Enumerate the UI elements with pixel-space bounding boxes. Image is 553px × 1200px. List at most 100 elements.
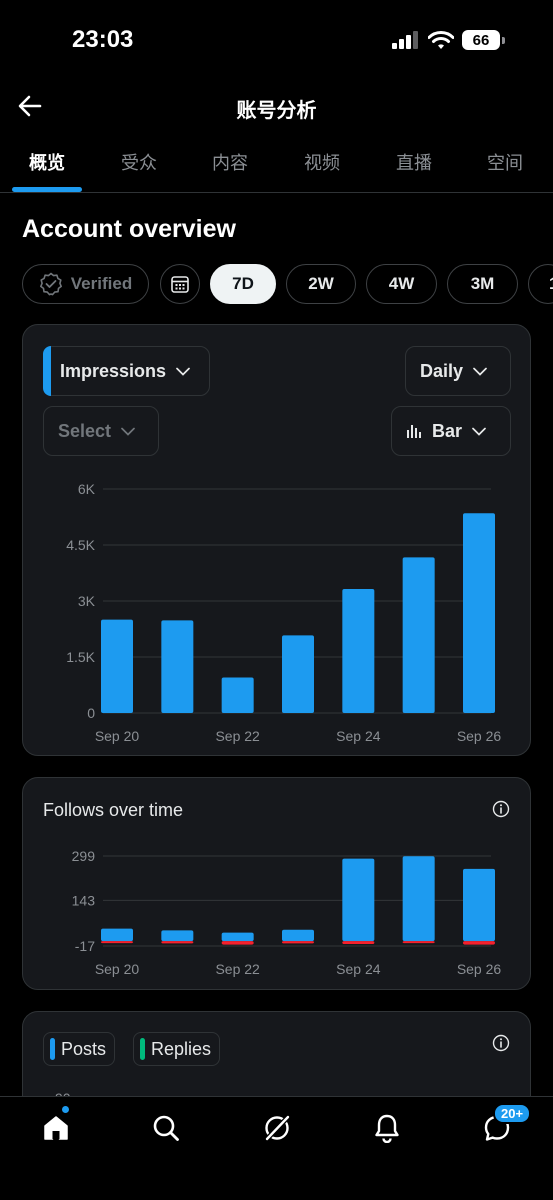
x-tick-label: Sep 26 bbox=[457, 961, 502, 977]
info-icon[interactable] bbox=[492, 800, 510, 818]
chart-type-dropdown[interactable]: Bar bbox=[391, 406, 511, 456]
y-tick-label: 6K bbox=[78, 481, 96, 497]
unfollows-bar[interactable] bbox=[221, 941, 254, 945]
info-icon[interactable] bbox=[492, 1034, 510, 1052]
y-tick-label: 299 bbox=[72, 848, 96, 864]
interval-label: Daily bbox=[420, 360, 464, 381]
calendar-icon bbox=[171, 276, 189, 293]
range-chip-1y[interactable]: 1 bbox=[528, 264, 553, 304]
bar-chart-icon bbox=[407, 425, 421, 438]
page-title: 账号分析 bbox=[236, 100, 317, 122]
follows-bar-chart: -17 143 299 Sep 20 Sep 22 Sep 24 Sep 26 bbox=[72, 848, 502, 977]
x-tick-label: Sep 22 bbox=[215, 961, 260, 977]
x-tick-label: Sep 24 bbox=[336, 961, 381, 977]
tab-audience[interactable]: 受众 bbox=[121, 149, 157, 175]
impressions-bar[interactable] bbox=[161, 620, 194, 713]
nav-messages[interactable]: 20+ bbox=[477, 1103, 532, 1145]
verified-badge-icon bbox=[39, 272, 62, 296]
tab-bar: 概览 受众 内容 视频 直播 空间 bbox=[0, 135, 553, 193]
x-tick-label: Sep 24 bbox=[336, 728, 381, 744]
range-chip-4w[interactable]: 4W bbox=[366, 264, 437, 304]
x-tick-label: Sep 20 bbox=[95, 728, 140, 744]
unfollows-bar[interactable] bbox=[101, 941, 133, 944]
range-chip-7d[interactable]: 7D bbox=[210, 264, 276, 304]
chart-type-label: Bar bbox=[432, 420, 463, 441]
impressions-bar[interactable] bbox=[282, 635, 314, 713]
posts-swatch bbox=[50, 1038, 55, 1060]
section-title: Account overview bbox=[22, 215, 236, 243]
bell-icon bbox=[375, 1114, 399, 1143]
battery-level: 66 bbox=[462, 30, 500, 50]
tab-content[interactable]: 内容 bbox=[212, 149, 248, 175]
tab-overview[interactable]: 概览 bbox=[29, 149, 65, 175]
impressions-bar[interactable] bbox=[221, 677, 254, 713]
unfollows-bar[interactable] bbox=[161, 941, 194, 944]
x-tick-label: Sep 20 bbox=[95, 961, 140, 977]
follows-bar[interactable] bbox=[282, 929, 314, 942]
follows-bar[interactable] bbox=[101, 928, 133, 942]
unfollows-bar[interactable] bbox=[402, 941, 435, 944]
metric-dropdown[interactable]: Impressions bbox=[43, 346, 210, 396]
home-notification-dot bbox=[61, 1105, 70, 1114]
active-tab-indicator bbox=[12, 187, 82, 192]
y-tick-label: 4.5K bbox=[66, 537, 95, 553]
replies-swatch bbox=[140, 1038, 145, 1060]
nav-home[interactable] bbox=[36, 1105, 76, 1145]
wifi-icon bbox=[428, 30, 454, 49]
impressions-bar[interactable] bbox=[402, 557, 435, 713]
tab-video[interactable]: 视频 bbox=[304, 149, 340, 175]
chevron-down-icon bbox=[121, 427, 135, 436]
metric-label: Impressions bbox=[60, 360, 167, 381]
follows-bar[interactable] bbox=[221, 932, 254, 942]
y-tick-label: 1.5K bbox=[66, 649, 95, 665]
legend-replies-label: Replies bbox=[151, 1038, 212, 1059]
follows-bar[interactable] bbox=[161, 930, 194, 942]
follows-bar[interactable] bbox=[342, 858, 375, 942]
legend-replies[interactable]: Replies bbox=[133, 1032, 221, 1066]
follows-bar[interactable] bbox=[402, 856, 435, 942]
impressions-card: Impressions Daily Select Bar 0 1.5K 3K 4.5K… bbox=[22, 324, 531, 756]
chevron-down-icon bbox=[473, 367, 487, 376]
grok-icon bbox=[264, 1114, 291, 1142]
interval-dropdown[interactable]: Daily bbox=[405, 346, 511, 396]
y-tick-label: 143 bbox=[72, 892, 96, 908]
calendar-button[interactable] bbox=[160, 264, 200, 304]
metric-color-indicator bbox=[43, 346, 51, 396]
verified-filter-label: Verified bbox=[70, 274, 133, 293]
impressions-bar[interactable] bbox=[463, 513, 495, 713]
status-icons: 66 bbox=[392, 30, 505, 50]
status-time: 23:03 bbox=[72, 26, 134, 53]
bottom-navigation: 20+ bbox=[0, 1096, 553, 1200]
tab-live[interactable]: 直播 bbox=[396, 149, 432, 175]
range-chip-3m[interactable]: 3M bbox=[447, 264, 518, 304]
range-selector: Verified 7D 2W 4W 3M 1 bbox=[0, 264, 553, 304]
y-tick-label: -17 bbox=[75, 938, 95, 954]
x-tick-label: Sep 22 bbox=[215, 728, 260, 744]
nav-search[interactable] bbox=[146, 1111, 186, 1145]
follows-card: Follows over time -17 143 299 Sep 20 Sep 22 S… bbox=[22, 777, 531, 990]
impressions-bar[interactable] bbox=[101, 619, 133, 713]
tab-spaces[interactable]: 空间 bbox=[487, 149, 523, 175]
chevron-down-icon bbox=[472, 427, 486, 436]
legend-posts-label: Posts bbox=[61, 1038, 107, 1059]
home-icon bbox=[44, 1116, 68, 1140]
battery-tip bbox=[502, 36, 505, 44]
nav-grok[interactable] bbox=[257, 1111, 297, 1145]
search-icon bbox=[153, 1115, 179, 1141]
legend-posts[interactable]: Posts bbox=[43, 1032, 116, 1066]
unfollows-bar[interactable] bbox=[342, 941, 375, 945]
cellular-signal-icon bbox=[392, 31, 418, 49]
range-chip-2w[interactable]: 2W bbox=[286, 264, 356, 304]
x-tick-label: Sep 26 bbox=[457, 728, 502, 744]
header: 账号分析 bbox=[0, 80, 553, 132]
nav-notifications[interactable] bbox=[367, 1111, 407, 1145]
y-tick-label: 3K bbox=[78, 593, 96, 609]
impressions-bar[interactable] bbox=[342, 589, 375, 713]
chevron-down-icon bbox=[176, 367, 190, 376]
unfollows-bar[interactable] bbox=[282, 941, 314, 944]
compare-select-dropdown[interactable]: Select bbox=[43, 406, 159, 456]
impressions-bar-chart: 0 1.5K 3K 4.5K 6K Sep 20 Sep 22 Sep 24 Sep 26 bbox=[66, 481, 502, 744]
unfollows-bar[interactable] bbox=[463, 941, 495, 945]
follows-bar[interactable] bbox=[463, 868, 495, 942]
verified-filter-chip[interactable]: Verified bbox=[22, 264, 149, 304]
